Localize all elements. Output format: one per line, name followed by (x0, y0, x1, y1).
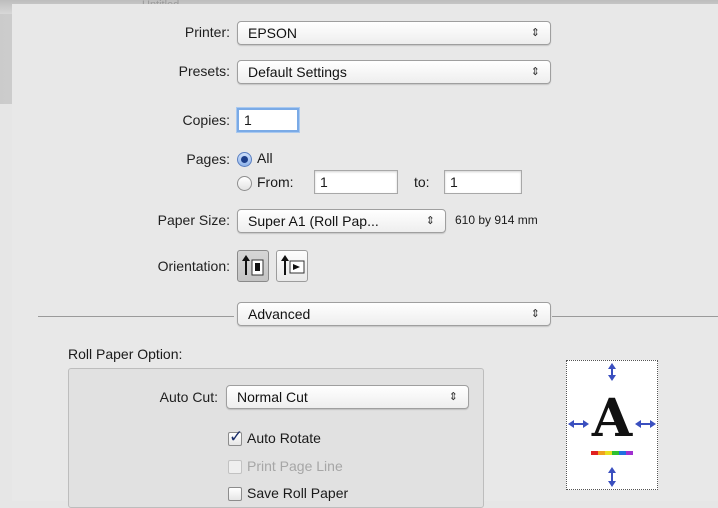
pages-from-label: From: (257, 174, 294, 190)
auto-rotate-label: Auto Rotate (247, 430, 321, 446)
pages-label: Pages: (186, 151, 230, 167)
paper-size-label: Paper Size: (157, 212, 230, 228)
landscape-orientation-icon (281, 255, 305, 275)
orientation-label: Orientation: (157, 258, 230, 274)
print-page-line-label: Print Page Line (247, 458, 343, 474)
save-roll-paper-checkbox[interactable] (228, 487, 242, 501)
popup-arrows-icon: ⇕ (448, 391, 458, 403)
popup-arrows-icon: ⇕ (530, 308, 540, 320)
auto-cut-value: Normal Cut (237, 389, 308, 405)
pages-all-label: All (257, 150, 273, 166)
pages-to-label: to: (414, 174, 430, 190)
presets-popup[interactable]: Default Settings ⇕ (237, 60, 551, 84)
separator-right (552, 316, 718, 317)
popup-arrows-icon: ⇕ (530, 66, 540, 78)
printer-value: EPSON (248, 25, 298, 41)
orientation-landscape-button[interactable] (276, 250, 308, 282)
panel-selector-popup[interactable]: Advanced ⇕ (237, 302, 551, 326)
copies-label: Copies: (182, 112, 230, 128)
preview-letter: A (591, 388, 633, 449)
printer-label: Printer: (184, 24, 230, 40)
paper-size-dimensions: 610 by 914 mm (455, 213, 538, 227)
separator-left (38, 316, 234, 317)
auto-rotate-checkbox[interactable]: ✓ (228, 427, 243, 446)
presets-value: Default Settings (248, 64, 347, 80)
popup-arrows-icon: ⇕ (425, 215, 435, 227)
orientation-portrait-button[interactable] (237, 250, 269, 282)
pages-from-field[interactable]: 1 (314, 170, 398, 194)
panel-selector-value: Advanced (248, 306, 311, 322)
pages-to-field[interactable]: 1 (444, 170, 522, 194)
portrait-orientation-icon (242, 255, 264, 276)
pages-all-radio[interactable] (237, 152, 252, 167)
pages-from-radio[interactable] (237, 176, 252, 191)
copies-field[interactable]: 1 (237, 108, 299, 132)
checkmark-icon: ✓ (229, 427, 244, 446)
paper-size-value: Super A1 (Roll Pap... (248, 213, 379, 229)
save-roll-paper-label: Save Roll Paper (247, 485, 349, 501)
auto-cut-label: Auto Cut: (159, 389, 218, 405)
auto-cut-popup[interactable]: Normal Cut ⇕ (226, 385, 469, 409)
popup-arrows-icon: ⇕ (530, 27, 540, 39)
print-page-line-checkbox[interactable] (228, 460, 242, 474)
printer-popup[interactable]: EPSON ⇕ (237, 21, 551, 45)
paper-size-popup[interactable]: Super A1 (Roll Pap... ⇕ (237, 209, 446, 233)
roll-paper-option-heading: Roll Paper Option: (68, 346, 183, 362)
presets-label: Presets: (178, 63, 230, 79)
page-preview: A (566, 360, 658, 490)
